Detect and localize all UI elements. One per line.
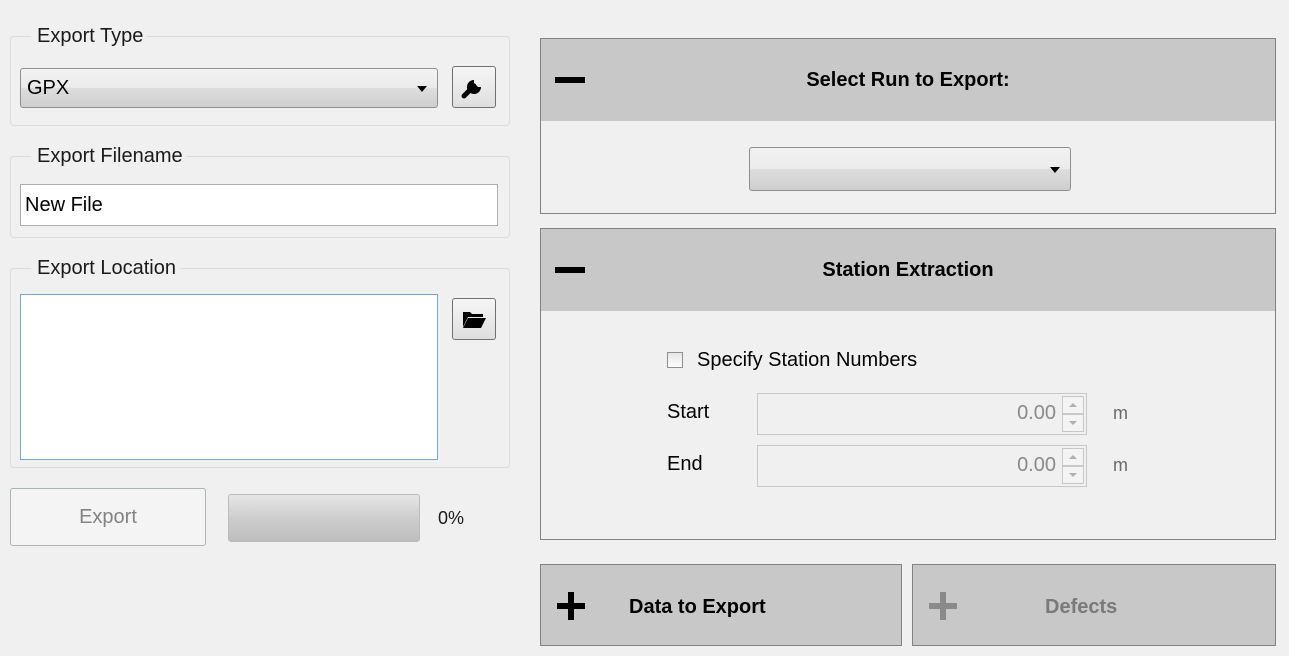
start-label: Start — [667, 401, 710, 423]
export-location-input[interactable] — [20, 294, 438, 460]
wrench-icon — [461, 78, 483, 99]
start-stepper-buttons[interactable] — [1062, 396, 1084, 432]
export-type-settings-button[interactable] — [452, 66, 496, 108]
start-value: 0.00 — [1017, 402, 1056, 424]
export-button[interactable]: Export — [10, 488, 206, 546]
station-extraction-panel: Station Extraction Specify Station Numbe… — [540, 228, 1276, 540]
end-stepper[interactable]: 0.00 — [757, 445, 1087, 487]
select-run-dropdown[interactable] — [749, 147, 1071, 191]
end-unit: m — [1113, 455, 1128, 475]
chevron-down-icon — [1069, 473, 1077, 477]
start-unit: m — [1113, 403, 1128, 423]
chevron-up-icon — [1069, 455, 1077, 459]
folder-open-icon — [463, 312, 486, 328]
select-run-panel: Select Run to Export: — [540, 38, 1276, 214]
end-value: 0.00 — [1017, 454, 1056, 476]
export-location-label: Export Location — [31, 256, 180, 280]
export-type-select[interactable]: GPX — [20, 68, 438, 108]
station-extraction-header[interactable]: Station Extraction — [541, 229, 1275, 311]
station-extraction-title: Station Extraction — [822, 259, 994, 281]
chevron-down-icon — [1050, 167, 1060, 173]
defects-label: Defects — [1045, 596, 1118, 618]
browse-location-button[interactable] — [452, 298, 496, 340]
specify-station-checkbox[interactable] — [667, 352, 683, 368]
export-type-label: Export Type — [31, 24, 148, 48]
export-progress-bar — [228, 494, 420, 542]
end-decrement-button[interactable] — [1062, 466, 1084, 484]
end-label: End — [667, 453, 703, 475]
specify-station-label: Specify Station Numbers — [697, 348, 918, 371]
export-type-value: GPX — [27, 77, 70, 99]
chevron-down-icon — [417, 86, 427, 92]
minus-icon[interactable] — [555, 77, 585, 83]
export-filename-input[interactable]: New File — [20, 184, 498, 226]
plus-icon — [929, 592, 957, 620]
export-filename-label: Export Filename — [31, 144, 187, 168]
start-stepper[interactable]: 0.00 — [757, 393, 1087, 435]
chevron-up-icon — [1069, 403, 1077, 407]
minus-icon[interactable] — [555, 267, 585, 273]
end-stepper-buttons[interactable] — [1062, 448, 1084, 484]
start-decrement-button[interactable] — [1062, 414, 1084, 432]
select-run-header[interactable]: Select Run to Export: — [541, 39, 1275, 121]
specify-station-checkbox-row[interactable]: Specify Station Numbers — [667, 345, 917, 375]
data-to-export-label: Data to Export — [629, 596, 766, 618]
plus-icon — [557, 592, 585, 620]
data-to-export-button[interactable]: Data to Export — [540, 564, 902, 646]
select-run-title: Select Run to Export: — [806, 69, 1010, 91]
end-increment-button[interactable] — [1062, 448, 1084, 466]
chevron-down-icon — [1069, 421, 1077, 425]
export-progress-text: 0% — [438, 508, 465, 528]
start-increment-button[interactable] — [1062, 396, 1084, 414]
defects-button[interactable]: Defects — [912, 564, 1276, 646]
